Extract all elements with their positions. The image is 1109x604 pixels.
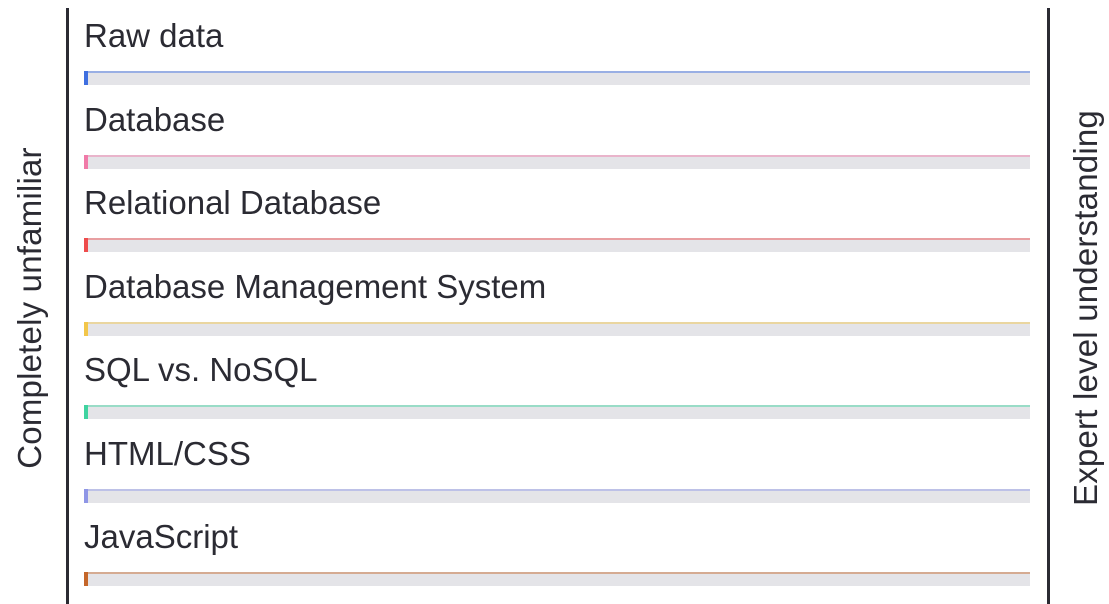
row-label: Relational Database	[84, 184, 382, 221]
track-accent-line	[84, 321, 1030, 324]
bar-fill	[84, 572, 88, 586]
row-label: Database Management System	[84, 267, 547, 305]
track-accent-line	[84, 71, 1030, 73]
right-axis-label: Expert level understanding	[1067, 110, 1104, 506]
track-accent-line	[84, 154, 1030, 157]
row-label: JavaScript	[84, 518, 239, 555]
rating-row: Database	[84, 84, 1030, 169]
rating-row: HTML/CSS	[84, 418, 1030, 503]
track-accent-line	[84, 405, 1030, 407]
left-axis-label: Completely unfamiliar	[11, 147, 48, 469]
rating-slider-track[interactable]	[84, 572, 1030, 586]
track-accent-line	[84, 488, 1030, 491]
rating-row: Database Management System	[84, 251, 1030, 336]
track-accent-line	[84, 238, 1030, 240]
right-axis-line	[1047, 8, 1050, 604]
rating-row: Relational Database	[84, 167, 1030, 252]
row-label: Database	[84, 100, 226, 138]
rating-row: Raw data	[84, 0, 1030, 85]
left-axis-line	[66, 8, 69, 604]
track-accent-line	[84, 572, 1030, 574]
rating-row: JavaScript	[84, 501, 1030, 586]
rating-row: SQL vs. NoSQL	[84, 334, 1030, 419]
row-label: Raw data	[84, 17, 224, 54]
row-label: HTML/CSS	[84, 434, 251, 472]
row-label: SQL vs. NoSQL	[84, 351, 318, 388]
